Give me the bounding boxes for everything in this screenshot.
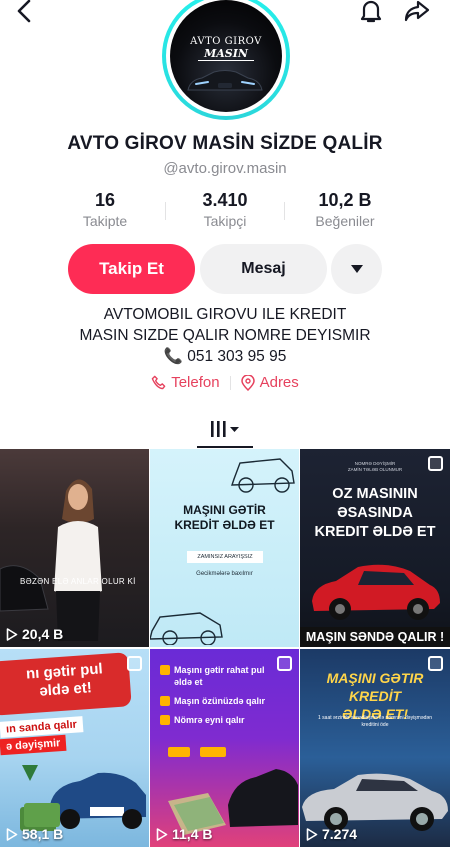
stat-followers-label: Takipçi: [203, 213, 247, 229]
check-icon: [160, 665, 170, 675]
grid-tab-icon: [211, 421, 239, 437]
play-icon: [6, 827, 18, 841]
thumbnail-pill: ZAMINSIZ ARAYIŞSIZ: [187, 551, 263, 563]
checklist-item: Maşını gətir rahat pul əldə et: [160, 664, 282, 688]
stat-followers[interactable]: 3.410 Takipçi: [170, 190, 280, 232]
bio-line: AVTOMOBIL GIROVU ILE KREDIT: [103, 306, 347, 323]
video-view-count: 58,1 B: [6, 826, 63, 842]
checklist-item: Nömrə eyni qalır: [160, 714, 282, 726]
thumbnail-tag: ın sanda qalır: [0, 716, 84, 738]
address-link[interactable]: Adres: [240, 374, 299, 391]
display-name: AVTO GİROV MASİN SİZDE QALİR: [67, 133, 383, 154]
location-pin-icon: [240, 374, 255, 391]
thumbnail-title: MAŞINI GƏTİR KREDİT ƏLDƏ ET: [150, 503, 299, 533]
thumbnail-banner: MAŞIN SƏNDƏ QALIR !: [300, 627, 450, 647]
tab-videos-grid[interactable]: [197, 410, 253, 448]
play-icon: [306, 827, 318, 841]
checklist-text: Maşını gətir rahat pul əldə et: [174, 665, 265, 687]
thumbnail-title-line: ƏSASINDA: [337, 505, 413, 521]
avatar-border: AVTO GIROV MASIN: [166, 0, 286, 116]
phone-link[interactable]: Telefon: [151, 374, 220, 391]
checklist-text: Nömrə eyni qalır: [174, 715, 245, 725]
video-thumbnail[interactable]: NOMRƏ DƏYİŞMİR ZAMİN TƏLƏB OLUNMUR OZ MA…: [300, 449, 450, 647]
bio-phone: 📞 051 303 95 95: [163, 348, 287, 365]
red-car-image: [312, 564, 440, 620]
follow-button[interactable]: Takip Et: [68, 244, 195, 294]
stat-following-value: 16: [94, 190, 116, 210]
video-thumbnail[interactable]: MAŞINI GƏTİR KREDİT ƏLDƏ ET ZAMINSIZ ARA…: [150, 449, 299, 647]
more-options-button[interactable]: [331, 244, 382, 294]
thumbnail-title: OZ MASININ ƏSASINDA KREDIT ƏLDƏ ET: [300, 485, 450, 542]
check-icon: [160, 715, 170, 725]
thumbnail-subtitle: 1 saat ərzində sənədləşmə ilə nömrəni də…: [318, 715, 432, 728]
stat-likes-label: Beğeniler: [315, 213, 375, 229]
username-handle: @avto.girov.masin: [163, 160, 287, 177]
stat-following-label: Takipte: [82, 213, 128, 229]
thumbnail-checklist: Maşını gətir rahat pul əldə et Maşın özü…: [160, 664, 282, 733]
stat-divider: [284, 202, 285, 220]
video-grid: BƏZƏN ELƏ ANLAR OLUR Kİ 20,4 B MAŞINI GƏ…: [0, 449, 450, 847]
link-separator: [229, 375, 231, 390]
stat-following[interactable]: 16 Takipte: [50, 190, 160, 232]
bio-line: MASIN SIZDE QALIR NOMRE DEYISMIR: [79, 327, 371, 344]
presenter-figure: [54, 479, 102, 641]
profile-bio: AVTOMOBIL GIROVU ILE KREDIT MASIN SIZDE …: [0, 304, 450, 367]
profile-stats: 16 Takipte 3.410 Takipçi 10,2 B Beğenile…: [50, 190, 400, 232]
video-thumbnail[interactable]: MAŞINI GƏTIR KREDİT ƏLDƏ ET! 1 saat ərzi…: [300, 649, 450, 847]
video-caption: BƏZƏN ELƏ ANLAR OLUR Kİ: [20, 577, 136, 586]
content-tab-bar: [0, 410, 450, 450]
video-view-count: 20,4 B: [6, 626, 63, 642]
stat-likes-value: 10,2 B: [318, 190, 372, 210]
video-thumbnail[interactable]: Maşını gətir rahat pul əldə et Maşın özü…: [150, 649, 299, 847]
phone-link-label: Telefon: [171, 374, 220, 391]
avatar[interactable]: AVTO GIROV MASIN: [162, 0, 290, 120]
share-icon[interactable]: [400, 0, 434, 26]
message-button[interactable]: Mesaj: [200, 244, 327, 294]
car-sketch-icon: [150, 612, 223, 645]
thumbnail-title-line: KREDIT ƏLDƏ ET: [314, 524, 436, 540]
play-icon: [6, 627, 18, 641]
avatar-text-line1: AVTO GIROV: [190, 36, 262, 47]
view-count-text: 58,1 B: [22, 826, 64, 842]
address-link-label: Adres: [259, 374, 299, 391]
thumbnail-title-line: OZ MASININ: [332, 486, 418, 502]
car-silhouette-icon: [0, 565, 49, 612]
checklist-text: Maşın özünüzdə qalır: [174, 696, 266, 706]
multi-photo-icon: [127, 656, 142, 671]
avatar-text-line2: MASIN: [198, 47, 254, 61]
thumbnail-title-line: KREDİT ƏLDƏ ET: [174, 518, 275, 532]
video-view-count: 7.274: [306, 826, 357, 842]
multi-photo-icon: [428, 456, 443, 471]
check-icon: [160, 696, 170, 706]
car-silhouette-icon: [187, 70, 263, 91]
thumbnail-subtitle: Gecikmələrə baxılmır: [196, 571, 253, 577]
video-thumbnail[interactable]: nı gətir pul əldə et! ın sanda qalır ə d…: [0, 649, 149, 847]
car-sketch-icon: [231, 458, 295, 493]
view-count-text: 7.274: [322, 826, 358, 842]
caret-down-icon: [350, 265, 363, 273]
view-count-text: 20,4 B: [22, 626, 64, 642]
bell-icon[interactable]: [356, 0, 386, 26]
checklist-item: Maşın özünüzdə qalır: [160, 695, 282, 707]
active-tab-indicator: [197, 446, 253, 448]
video-view-count: 11,4 B: [156, 826, 212, 842]
video-thumbnail[interactable]: BƏZƏN ELƏ ANLAR OLUR Kİ 20,4 B: [0, 449, 149, 647]
stat-divider: [165, 202, 166, 220]
thumbnail-title-line: MAŞINI GƏTIR KREDİT: [326, 670, 424, 704]
avatar-image: AVTO GIROV MASIN: [170, 0, 282, 112]
back-arrow-icon[interactable]: [10, 0, 40, 26]
play-icon: [156, 827, 168, 841]
phone-icon: [151, 375, 166, 390]
thumbnail-title-line: MAŞINI GƏTİR: [183, 503, 266, 517]
stat-likes[interactable]: 10,2 B Beğeniler: [290, 190, 400, 232]
profile-links: Telefon Adres: [0, 374, 450, 391]
view-count-text: 11,4 B: [172, 826, 213, 842]
stat-followers-value: 3.410: [202, 190, 248, 210]
